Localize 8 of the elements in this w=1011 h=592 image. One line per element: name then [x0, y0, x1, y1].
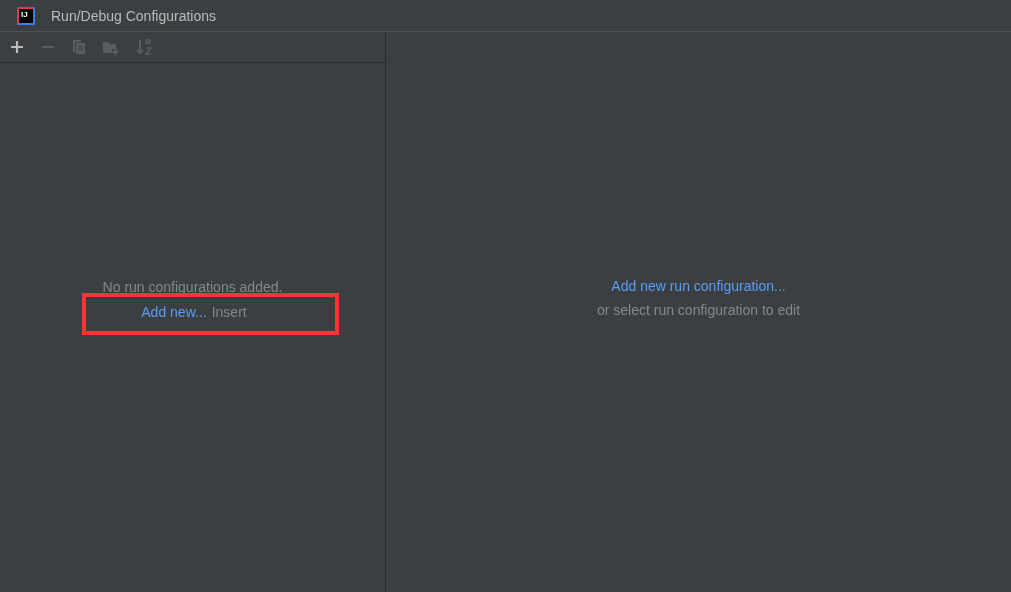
app-logo: IJ — [17, 6, 35, 25]
empty-message: No run configurations added. — [102, 279, 283, 295]
add-new-link[interactable]: Add new... — [141, 304, 207, 320]
select-hint: or select run configuration to edit — [596, 302, 801, 318]
add-configuration-link[interactable]: Add new run configuration... — [611, 278, 786, 294]
shortcut-hint: Insert — [211, 304, 247, 320]
add-icon[interactable] — [10, 40, 24, 54]
window-title: Run/Debug Configurations — [51, 7, 216, 24]
